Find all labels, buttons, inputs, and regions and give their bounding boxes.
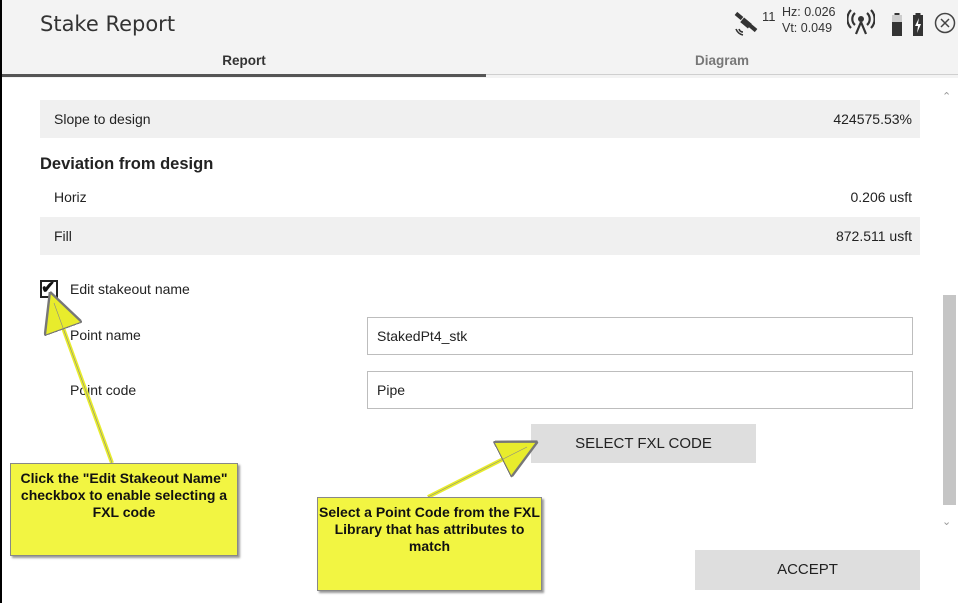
callout-edit-stakeout: Click the "Edit Stakeout Name" checkbox …	[10, 463, 238, 556]
callout-fxl-library: Select a Point Code from the FXL Library…	[317, 497, 542, 591]
